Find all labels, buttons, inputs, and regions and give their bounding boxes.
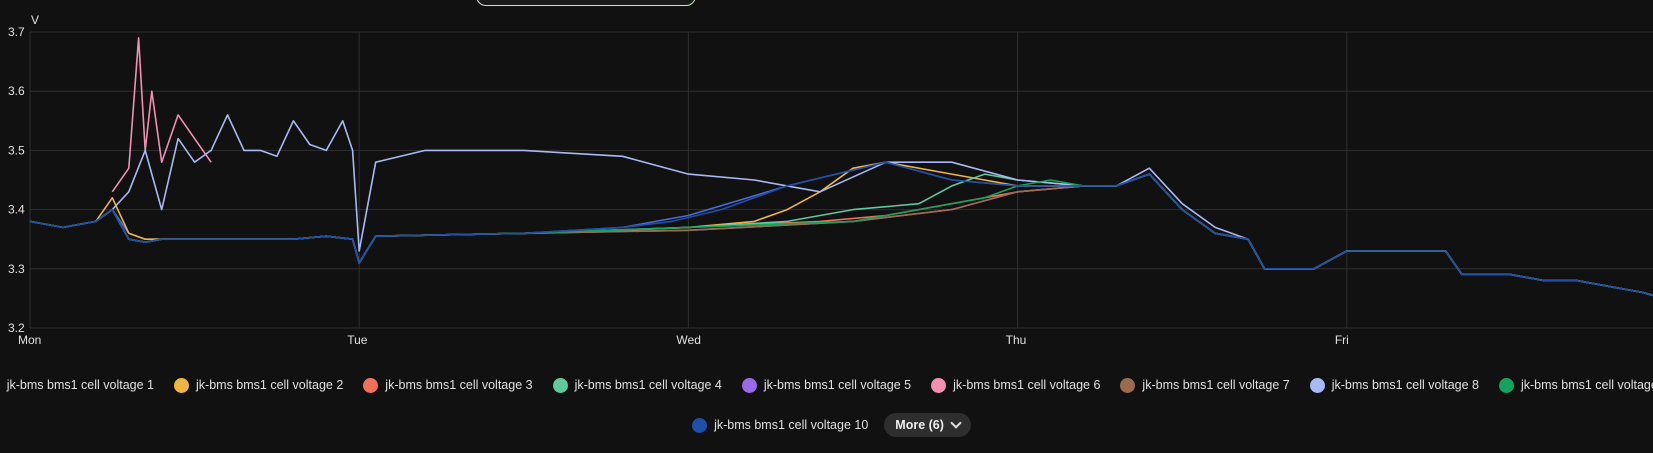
legend-label: jk-bms bms1 cell voltage 10 bbox=[714, 418, 869, 432]
legend-color-dot bbox=[1309, 377, 1325, 393]
legend-item-8[interactable]: jk-bms bms1 cell voltage 8 bbox=[1309, 377, 1479, 393]
legend-label: jk-bms bms1 cell voltage 7 bbox=[1142, 378, 1290, 392]
chevron-down-icon bbox=[950, 417, 962, 429]
series-line-7[interactable] bbox=[29, 173, 1653, 297]
x-tick-label: Fri bbox=[1335, 333, 1349, 347]
legend-item-7[interactable]: jk-bms bms1 cell voltage 7 bbox=[1120, 377, 1290, 393]
legend-item-3[interactable]: jk-bms bms1 cell voltage 3 bbox=[363, 377, 533, 393]
legend-label: jk-bms bms1 cell voltage 9 bbox=[1520, 378, 1653, 392]
legend-label: jk-bms bms1 cell voltage 5 bbox=[763, 378, 912, 392]
y-tick-label: 3.3 bbox=[8, 262, 25, 276]
legend-more-button[interactable]: More (6) bbox=[884, 413, 971, 437]
legend-item-4[interactable]: jk-bms bms1 cell voltage 4 bbox=[552, 377, 722, 393]
legend-label: jk-bms bms1 cell voltage 2 bbox=[196, 378, 344, 392]
voltage-line-chart: V 3.73.63.53.43.33.2 Mon Tue Wed Thu Fri bbox=[8, 13, 1653, 347]
legend-item-6[interactable]: jk-bms bms1 cell voltage 6 bbox=[931, 377, 1101, 393]
legend-label: jk-bms bms1 cell voltage 1 bbox=[6, 378, 155, 392]
series-line-4[interactable] bbox=[29, 173, 1653, 297]
legend-label: jk-bms bms1 cell voltage 3 bbox=[385, 378, 533, 392]
y-axis-label: V bbox=[31, 13, 39, 27]
series-line-9[interactable] bbox=[29, 173, 1653, 297]
legend-color-dot bbox=[741, 377, 757, 393]
legend-color-dot bbox=[552, 377, 568, 393]
legend-item-2[interactable]: jk-bms bms1 cell voltage 2 bbox=[174, 377, 344, 393]
chart-legend: jk-bms bms1 cell voltage 1 jk-bms bms1 ce… bbox=[0, 372, 1653, 452]
y-axis: V 3.73.63.53.43.33.2 bbox=[8, 13, 39, 335]
legend-color-dot bbox=[1120, 377, 1136, 393]
series-line-6[interactable] bbox=[111, 37, 212, 193]
y-tick-label: 3.6 bbox=[8, 84, 25, 98]
legend-color-dot bbox=[1498, 377, 1514, 393]
legend-color-dot bbox=[174, 377, 190, 393]
legend-color-dot bbox=[363, 377, 379, 393]
legend-more-label: More (6) bbox=[895, 418, 944, 432]
grid-lines bbox=[29, 31, 1653, 329]
legend-item-10[interactable]: jk-bms bms1 cell voltage 10 bbox=[692, 417, 869, 433]
legend-item-9[interactable]: jk-bms bms1 cell voltage 9 bbox=[1498, 377, 1653, 393]
legend-color-dot bbox=[931, 377, 947, 393]
series-line-5[interactable] bbox=[29, 173, 1653, 297]
legend-row-2: jk-bms bms1 cell voltage 10 More (6) bbox=[0, 412, 1653, 438]
y-tick-label: 3.7 bbox=[8, 25, 25, 39]
x-tick-label: Mon bbox=[18, 333, 41, 347]
y-tick-label: 3.4 bbox=[8, 203, 25, 217]
legend-row-1: jk-bms bms1 cell voltage 1 jk-bms bms1 ce… bbox=[0, 372, 1653, 398]
legend-color-dot bbox=[692, 417, 708, 433]
legend-label: jk-bms bms1 cell voltage 8 bbox=[1331, 378, 1479, 392]
series-line-3[interactable] bbox=[29, 173, 1653, 297]
legend-label: jk-bms bms1 cell voltage 4 bbox=[574, 378, 722, 392]
x-tick-label: Thu bbox=[1006, 333, 1027, 347]
legend-label: jk-bms bms1 cell voltage 6 bbox=[953, 378, 1101, 392]
legend-item-1[interactable]: jk-bms bms1 cell voltage 1 bbox=[0, 378, 154, 393]
y-tick-label: 3.5 bbox=[8, 143, 25, 157]
x-axis: Mon Tue Wed Thu Fri bbox=[18, 333, 1349, 347]
series-lines bbox=[29, 37, 1653, 297]
legend-item-5[interactable]: jk-bms bms1 cell voltage 5 bbox=[741, 377, 912, 393]
x-tick-label: Tue bbox=[347, 333, 368, 347]
x-tick-label: Wed bbox=[676, 333, 700, 347]
